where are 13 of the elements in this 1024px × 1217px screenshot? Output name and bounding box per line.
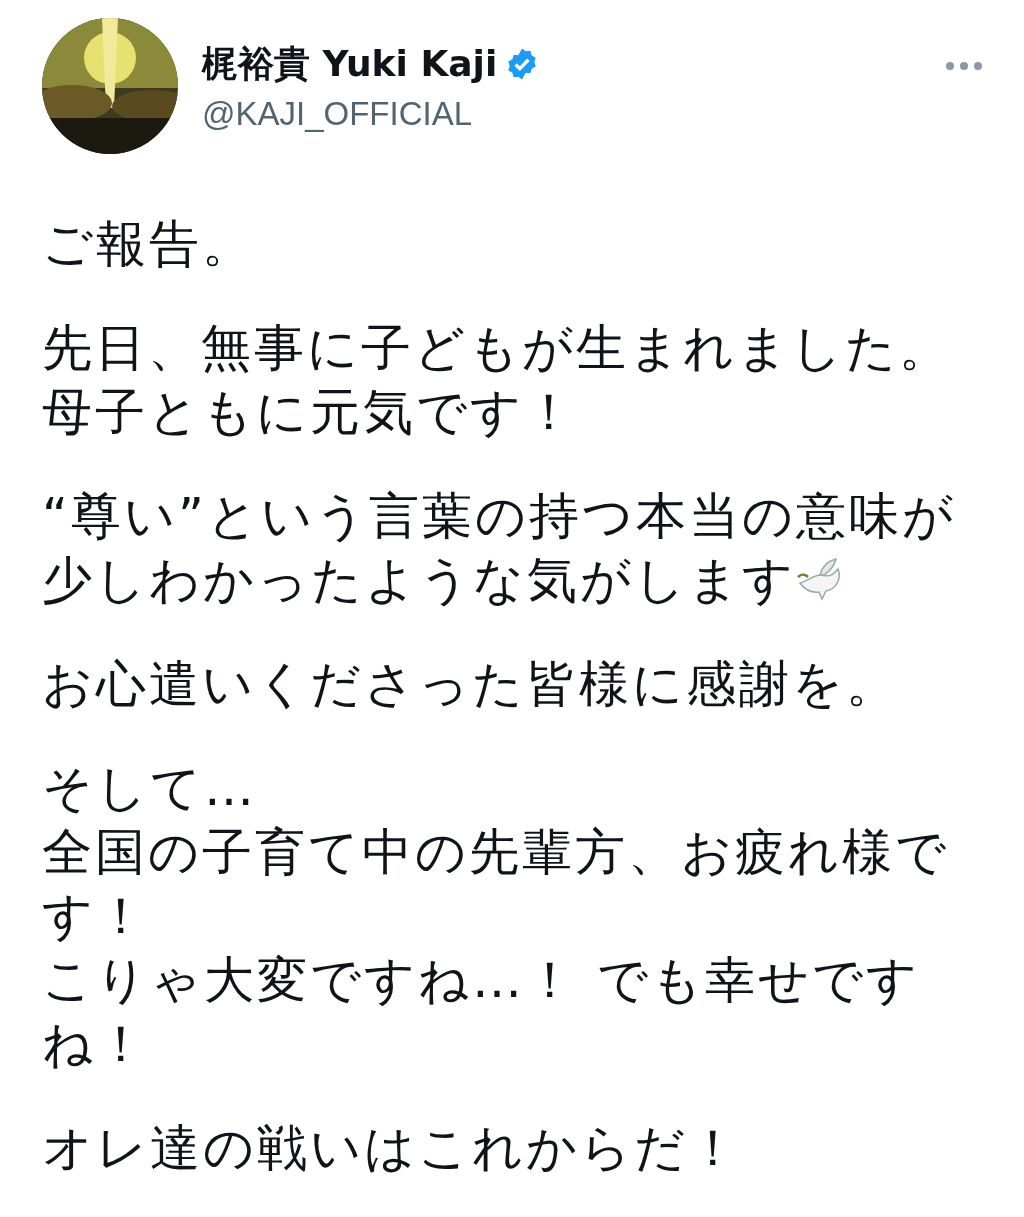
- tweet-text: お心遣いくださった皆様に感謝を。: [42, 654, 900, 715]
- tweet-text: こりゃ大変ですね…！ でも幸せですね！: [42, 950, 921, 1075]
- author-name[interactable]: 梶裕貴 Yuki Kaji: [202, 39, 498, 89]
- author-handle[interactable]: @KAJI_OFFICIAL: [202, 94, 920, 133]
- tweet-text: 母子ともに元気です！: [42, 382, 578, 443]
- tweet-text: ご報告。: [42, 214, 256, 275]
- tweet-text: “尊い”という言葉の持つ本当の意味が: [42, 486, 957, 547]
- tweet-text: 全国の子育て中の先輩方、お疲れ様です！: [42, 822, 950, 947]
- more-icon[interactable]: [944, 60, 984, 72]
- tweet-text: 少しわかったような気がします: [42, 548, 992, 612]
- tweet-text: オレ達の戦いはこれからだ！: [42, 1118, 742, 1179]
- tweet-text: そして…: [42, 758, 258, 819]
- tweet-text: 先日、無事に子どもが生まれました。: [42, 318, 953, 379]
